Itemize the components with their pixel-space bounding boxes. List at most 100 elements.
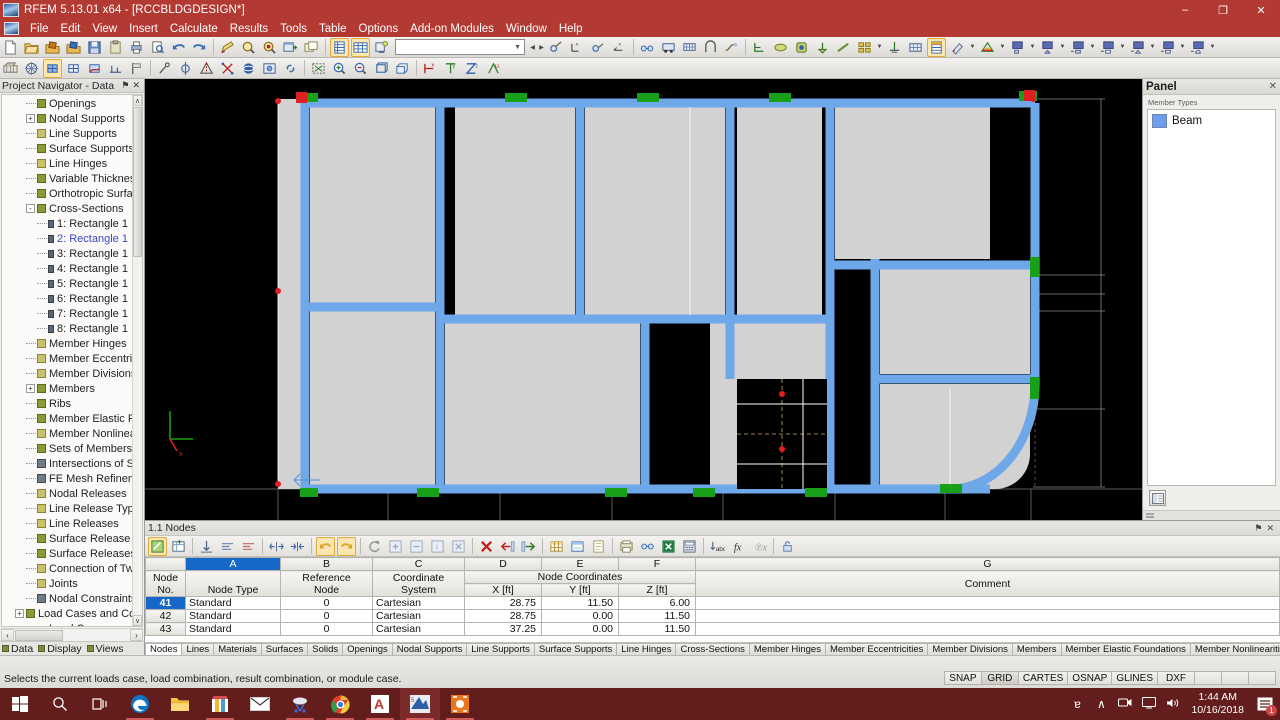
nodes-grid[interactable]: A B C D E F G Node No. Node Type Referen… <box>145 557 1280 642</box>
wireframe-icon[interactable] <box>64 59 83 78</box>
column-letter-b[interactable]: B <box>280 557 373 571</box>
glasses-icon[interactable] <box>638 38 657 57</box>
cell-z[interactable]: 11.50 <box>618 609 696 623</box>
loadcase-7-dropdown-icon[interactable]: ▼ <box>1208 38 1217 57</box>
table-tab-members[interactable]: Members <box>1011 643 1062 655</box>
panel-close-icon[interactable]: ✕ <box>1269 81 1277 92</box>
cell-x[interactable]: 37.25 <box>464 622 542 636</box>
flag-icon[interactable] <box>127 59 146 78</box>
loadcase-7-icon[interactable] <box>1188 38 1207 57</box>
status-indicator-osnap[interactable]: OSNAP <box>1067 671 1113 685</box>
tree-item[interactable]: 7: Rectangle 1 <box>2 306 132 321</box>
undo-icon[interactable] <box>169 38 188 57</box>
color-scale-dropdown-icon[interactable]: ▼ <box>998 38 1007 57</box>
loadcase-1-dropdown-icon[interactable]: ▼ <box>1028 38 1037 57</box>
device-icon[interactable] <box>1113 697 1137 711</box>
loadcase-6-dropdown-icon[interactable]: ▼ <box>1178 38 1187 57</box>
notes-icon[interactable] <box>589 537 608 556</box>
tree-item[interactable]: Joints <box>2 576 132 591</box>
arc-icon[interactable] <box>701 38 720 57</box>
table-edit-icon[interactable] <box>148 536 167 556</box>
view-x-icon[interactable]: x <box>421 59 440 78</box>
navigator-vertical-scrollbar[interactable]: ∧ ∨ <box>132 95 142 626</box>
point-snap-icon[interactable] <box>589 38 608 57</box>
loadcase-2-icon[interactable] <box>1038 38 1057 57</box>
hscrollbar-thumb[interactable] <box>15 629 63 641</box>
perspective-icon[interactable] <box>393 59 412 78</box>
menu-item-insert[interactable]: Insert <box>123 22 164 36</box>
insert-left-icon[interactable] <box>498 537 517 556</box>
menu-item-options[interactable]: Options <box>353 22 405 36</box>
photo-icon[interactable] <box>260 59 279 78</box>
menu-item-table[interactable]: Table <box>313 22 353 36</box>
loadcase-4-icon[interactable] <box>1098 38 1117 57</box>
chrome-button[interactable] <box>320 688 360 720</box>
print-preview-icon[interactable] <box>148 38 167 57</box>
table-tab-line-supports[interactable]: Line Supports <box>466 643 535 655</box>
cell-x[interactable]: 28.75 <box>464 609 542 623</box>
column-letter-f[interactable]: F <box>618 557 696 571</box>
tree-item[interactable]: Member Nonlinea <box>2 426 136 441</box>
tree-item[interactable]: Member Divisions <box>2 366 136 381</box>
new-document-icon[interactable] <box>1 38 20 57</box>
scroll-up-icon[interactable]: ∧ <box>133 95 142 106</box>
navigator-horizontal-scrollbar[interactable]: ‹ › <box>1 628 143 641</box>
table-close-icon[interactable]: ✕ <box>1266 523 1274 534</box>
table-tab-nodes[interactable]: Nodes <box>145 643 183 655</box>
tree-item[interactable]: Load Cases <box>2 621 132 627</box>
zoom-target-icon[interactable] <box>260 38 279 57</box>
store-button[interactable] <box>200 688 240 720</box>
measure-icon[interactable] <box>155 59 174 78</box>
menu-item-results[interactable]: Results <box>224 22 274 36</box>
tree-item[interactable]: Member Elastic F <box>2 411 135 426</box>
corner-cell[interactable] <box>145 557 186 571</box>
line-xx-icon[interactable]: x <box>610 38 629 57</box>
tree-item[interactable]: Sets of Members <box>2 441 132 456</box>
status-indicator-dxf[interactable]: DXF <box>1157 671 1195 685</box>
file-explorer-button[interactable] <box>160 688 200 720</box>
cell-coordinate-system[interactable]: Cartesian <box>372 609 465 623</box>
menu-item-help[interactable]: Help <box>553 22 589 36</box>
tree-item[interactable]: 4: Rectangle 1 <box>2 261 132 276</box>
tree-item[interactable]: Orthotropic Surfa <box>2 186 133 201</box>
menu-item-file[interactable]: File <box>24 22 55 36</box>
node-snap-icon[interactable] <box>547 38 566 57</box>
expand-cols-icon[interactable] <box>267 537 286 556</box>
mail-button[interactable] <box>240 688 280 720</box>
table-toggle-icon[interactable] <box>330 37 349 57</box>
tree-item[interactable]: Intersections of S <box>2 456 134 471</box>
menu-item-tools[interactable]: Tools <box>274 22 313 36</box>
cell-reference-node[interactable]: 0 <box>280 596 373 610</box>
tree-item[interactable]: Surface Releases <box>2 546 136 561</box>
tile-window-icon[interactable] <box>302 38 321 57</box>
monitor-icon[interactable] <box>1137 696 1161 712</box>
undo-icon[interactable] <box>316 536 335 556</box>
zoom-out-icon[interactable] <box>351 59 370 78</box>
table-tab-cross-sections[interactable]: Cross-Sections <box>675 643 750 655</box>
volume-icon[interactable] <box>1161 697 1185 712</box>
menu-item-view[interactable]: View <box>86 22 123 36</box>
refresh-icon[interactable] <box>365 537 384 556</box>
cell-reference-node[interactable]: 0 <box>280 622 373 636</box>
table-row[interactable]: 41 Standard 0 Cartesian 28.75 11.50 6.00 <box>145 596 1280 610</box>
cell-node-no[interactable]: 42 <box>145 609 186 623</box>
navigator-tab-views[interactable]: Views <box>86 643 123 655</box>
cell-node-type[interactable]: Standard <box>185 596 281 610</box>
properties-icon[interactable] <box>1149 490 1166 506</box>
calc-icon[interactable] <box>680 537 699 556</box>
navigator-close-icon[interactable]: ✕ <box>132 80 140 91</box>
open-3d-model-icon[interactable] <box>43 38 62 57</box>
table-tab-line-hinges[interactable]: Line Hinges <box>616 643 677 655</box>
menu-item-calculate[interactable]: Calculate <box>164 22 224 36</box>
zoom-in-icon[interactable] <box>330 59 349 78</box>
tree-item[interactable]: Line Supports <box>2 126 132 141</box>
document-menu-icon[interactable] <box>4 22 19 35</box>
column-letter-g[interactable]: G <box>695 557 1280 571</box>
tree-item[interactable]: Surface Supports <box>2 141 134 156</box>
loadcase-3-icon[interactable] <box>1068 38 1087 57</box>
load-case-icon[interactable] <box>372 38 391 57</box>
tree-expander-icon[interactable]: + <box>26 384 35 393</box>
tree-item[interactable]: + Load Cases and Com <box>2 606 142 621</box>
tree-expander-icon[interactable]: + <box>26 114 35 123</box>
tree-item[interactable]: Member Hinges <box>2 336 132 351</box>
